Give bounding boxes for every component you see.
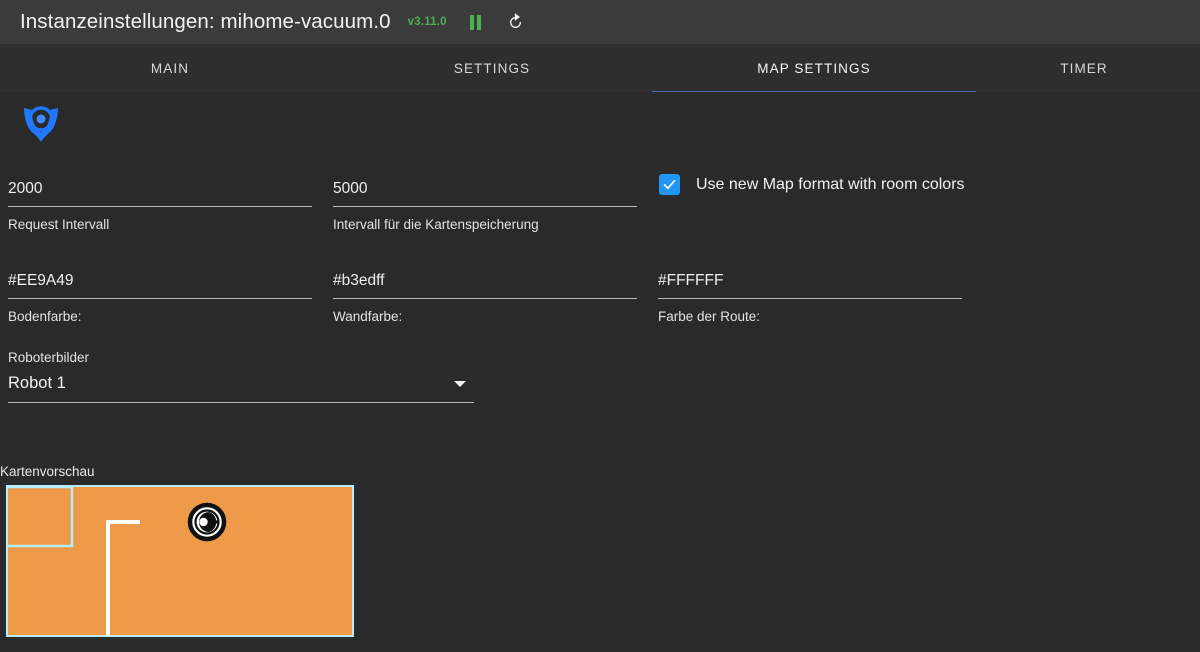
map-floor: [6, 485, 354, 637]
wall-color-input[interactable]: #b3edff: [333, 272, 637, 298]
floor-color-label: Bodenfarbe:: [8, 309, 82, 324]
map-preview[interactable]: [6, 485, 354, 637]
tab-map-settings[interactable]: MAP SETTINGS: [652, 44, 976, 93]
iobroker-logo-icon: [24, 106, 58, 142]
field-underline: [333, 206, 637, 207]
chevron-down-icon: [454, 380, 466, 387]
robot-image-select[interactable]: Robot 1: [8, 374, 474, 402]
wall-color-label: Wandfarbe:: [333, 309, 403, 324]
map-preview-label: Kartenvorschau: [0, 464, 95, 479]
field-underline: [8, 206, 312, 207]
request-interval-label: Request Intervall: [8, 217, 110, 232]
tab-timer[interactable]: TIMER: [974, 44, 1194, 92]
field-underline: [658, 298, 962, 299]
robot-marker-icon: [187, 502, 227, 542]
refresh-icon: [510, 12, 522, 28]
map-save-interval-label: Intervall für die Kartenspeicherung: [333, 217, 539, 232]
refresh-button[interactable]: [505, 11, 527, 33]
request-interval-field: 2000 Request Intervall: [8, 180, 312, 232]
select-underline: [8, 402, 474, 403]
field-underline: [333, 298, 637, 299]
use-new-map-format-checkbox[interactable]: [659, 174, 680, 195]
title-bar: Instanzeinstellungen: mihome-vacuum.0 v3…: [0, 0, 1200, 44]
map-settings-panel: Use new Map format with room colors 2000…: [0, 92, 1200, 652]
route-color-label: Farbe der Route:: [658, 309, 761, 324]
floor-color-field: #EE9A49 Bodenfarbe:: [8, 272, 312, 324]
checkmark-icon: [663, 179, 676, 190]
tab-main[interactable]: MAIN: [8, 44, 332, 92]
field-underline: [8, 298, 312, 299]
request-interval-input[interactable]: 2000: [8, 180, 312, 206]
route-color-field: #FFFFFF Farbe der Route:: [658, 272, 962, 324]
tab-settings[interactable]: SETTINGS: [330, 44, 654, 92]
use-new-map-format-label: Use new Map format with room colors: [696, 175, 965, 193]
version-badge: v3.11.0: [407, 16, 447, 28]
pause-icon: [469, 14, 482, 30]
route-color-input[interactable]: #FFFFFF: [658, 272, 962, 298]
tab-bar: MAIN SETTINGS MAP SETTINGS TIMER: [0, 44, 1200, 93]
pause-button[interactable]: [465, 11, 487, 33]
use-new-map-format-checkbox-row[interactable]: Use new Map format with room colors: [659, 174, 965, 195]
robot-image-selected-value: Robot 1: [8, 374, 66, 392]
page-title: Instanzeinstellungen: mihome-vacuum.0: [20, 10, 391, 33]
robot-image-select-group: Roboterbilder Robot 1: [8, 350, 474, 403]
robot-image-caption: Roboterbilder: [8, 350, 90, 365]
floor-color-input[interactable]: #EE9A49: [8, 272, 312, 298]
wall-color-field: #b3edff Wandfarbe:: [333, 272, 637, 324]
map-save-interval-field: 5000 Intervall für die Kartenspeicherung: [333, 180, 637, 232]
map-save-interval-input[interactable]: 5000: [333, 180, 637, 206]
map-preview-canvas: [6, 485, 354, 637]
